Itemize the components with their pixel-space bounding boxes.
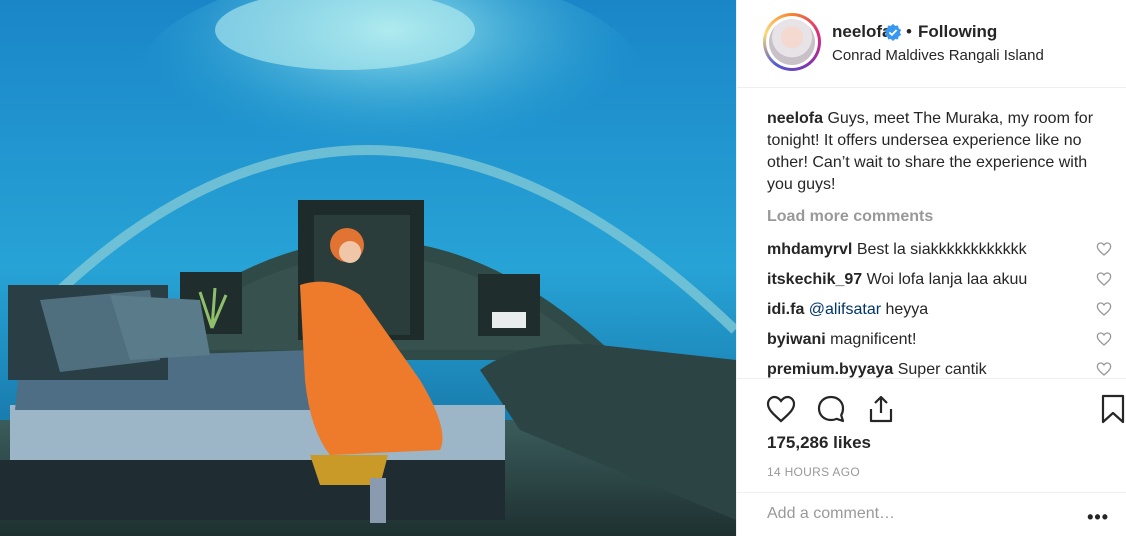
more-options-icon[interactable]: ••• — [1087, 507, 1109, 528]
load-more-comments-button[interactable]: Load more comments — [767, 208, 933, 226]
heart-icon[interactable] — [1096, 271, 1112, 287]
comment-item: itskechik_97 Woi lofa lanja laa akuu — [767, 270, 1112, 300]
separator-dot: • — [906, 22, 912, 41]
comment-text: magnificent! — [825, 331, 917, 348]
post-photo[interactable] — [0, 0, 736, 536]
comment-item: byiwani magnificent! — [767, 330, 1112, 360]
comment-text: Super cantik — [893, 361, 987, 378]
comment-item: premium.byyaya Super cantik — [767, 360, 1112, 390]
following-button[interactable]: Following — [918, 22, 997, 42]
like-heart-icon[interactable] — [765, 393, 797, 425]
post-timestamp[interactable]: 14 HOURS AGO — [767, 465, 860, 479]
comment-bubble-icon[interactable] — [815, 393, 847, 425]
post-caption: neelofa Guys, meet The Muraka, my room f… — [767, 108, 1107, 196]
post-side-panel: neelofa • Following Conrad Maldives Rang… — [736, 0, 1126, 536]
heart-icon[interactable] — [1096, 241, 1112, 257]
heart-icon[interactable] — [1096, 301, 1112, 317]
location-link[interactable]: Conrad Maldives Rangali Island — [832, 47, 1044, 64]
username-link[interactable]: neelofa — [832, 22, 892, 42]
comment-username[interactable]: idi.fa — [767, 301, 804, 318]
caption-username[interactable]: neelofa — [767, 110, 823, 127]
post-header: neelofa • Following Conrad Maldives Rang… — [737, 0, 1126, 88]
heart-icon[interactable] — [1096, 361, 1112, 377]
comment-username[interactable]: premium.byyaya — [767, 361, 893, 378]
add-comment-input[interactable] — [767, 505, 1067, 523]
bookmark-icon[interactable] — [1097, 393, 1126, 425]
comment-item: idi.fa @alifsatar heyya — [767, 300, 1112, 330]
comment-username[interactable]: byiwani — [767, 331, 826, 348]
add-comment-bar: ••• — [737, 492, 1126, 536]
comment-mention-link[interactable]: @alifsatar — [804, 301, 881, 318]
avatar[interactable] — [763, 13, 821, 71]
comment-list: mhdamyrvl Best la siakkkkkkkkkkkk itskec… — [767, 240, 1112, 390]
comment-item: mhdamyrvl Best la siakkkkkkkkkkkk — [767, 240, 1112, 270]
comment-username[interactable]: mhdamyrvl — [767, 241, 852, 258]
share-icon[interactable] — [865, 393, 897, 425]
comment-username[interactable]: itskechik_97 — [767, 271, 862, 288]
like-count[interactable]: 175,286 likes — [767, 433, 871, 453]
action-bar — [737, 378, 1126, 424]
avatar-image — [769, 19, 815, 65]
comment-text: Best la siakkkkkkkkkkkk — [852, 241, 1027, 258]
comment-text: heyya — [881, 301, 929, 318]
verified-badge-icon — [884, 23, 902, 41]
heart-icon[interactable] — [1096, 331, 1112, 347]
comment-text: Woi lofa lanja laa akuu — [862, 271, 1028, 288]
